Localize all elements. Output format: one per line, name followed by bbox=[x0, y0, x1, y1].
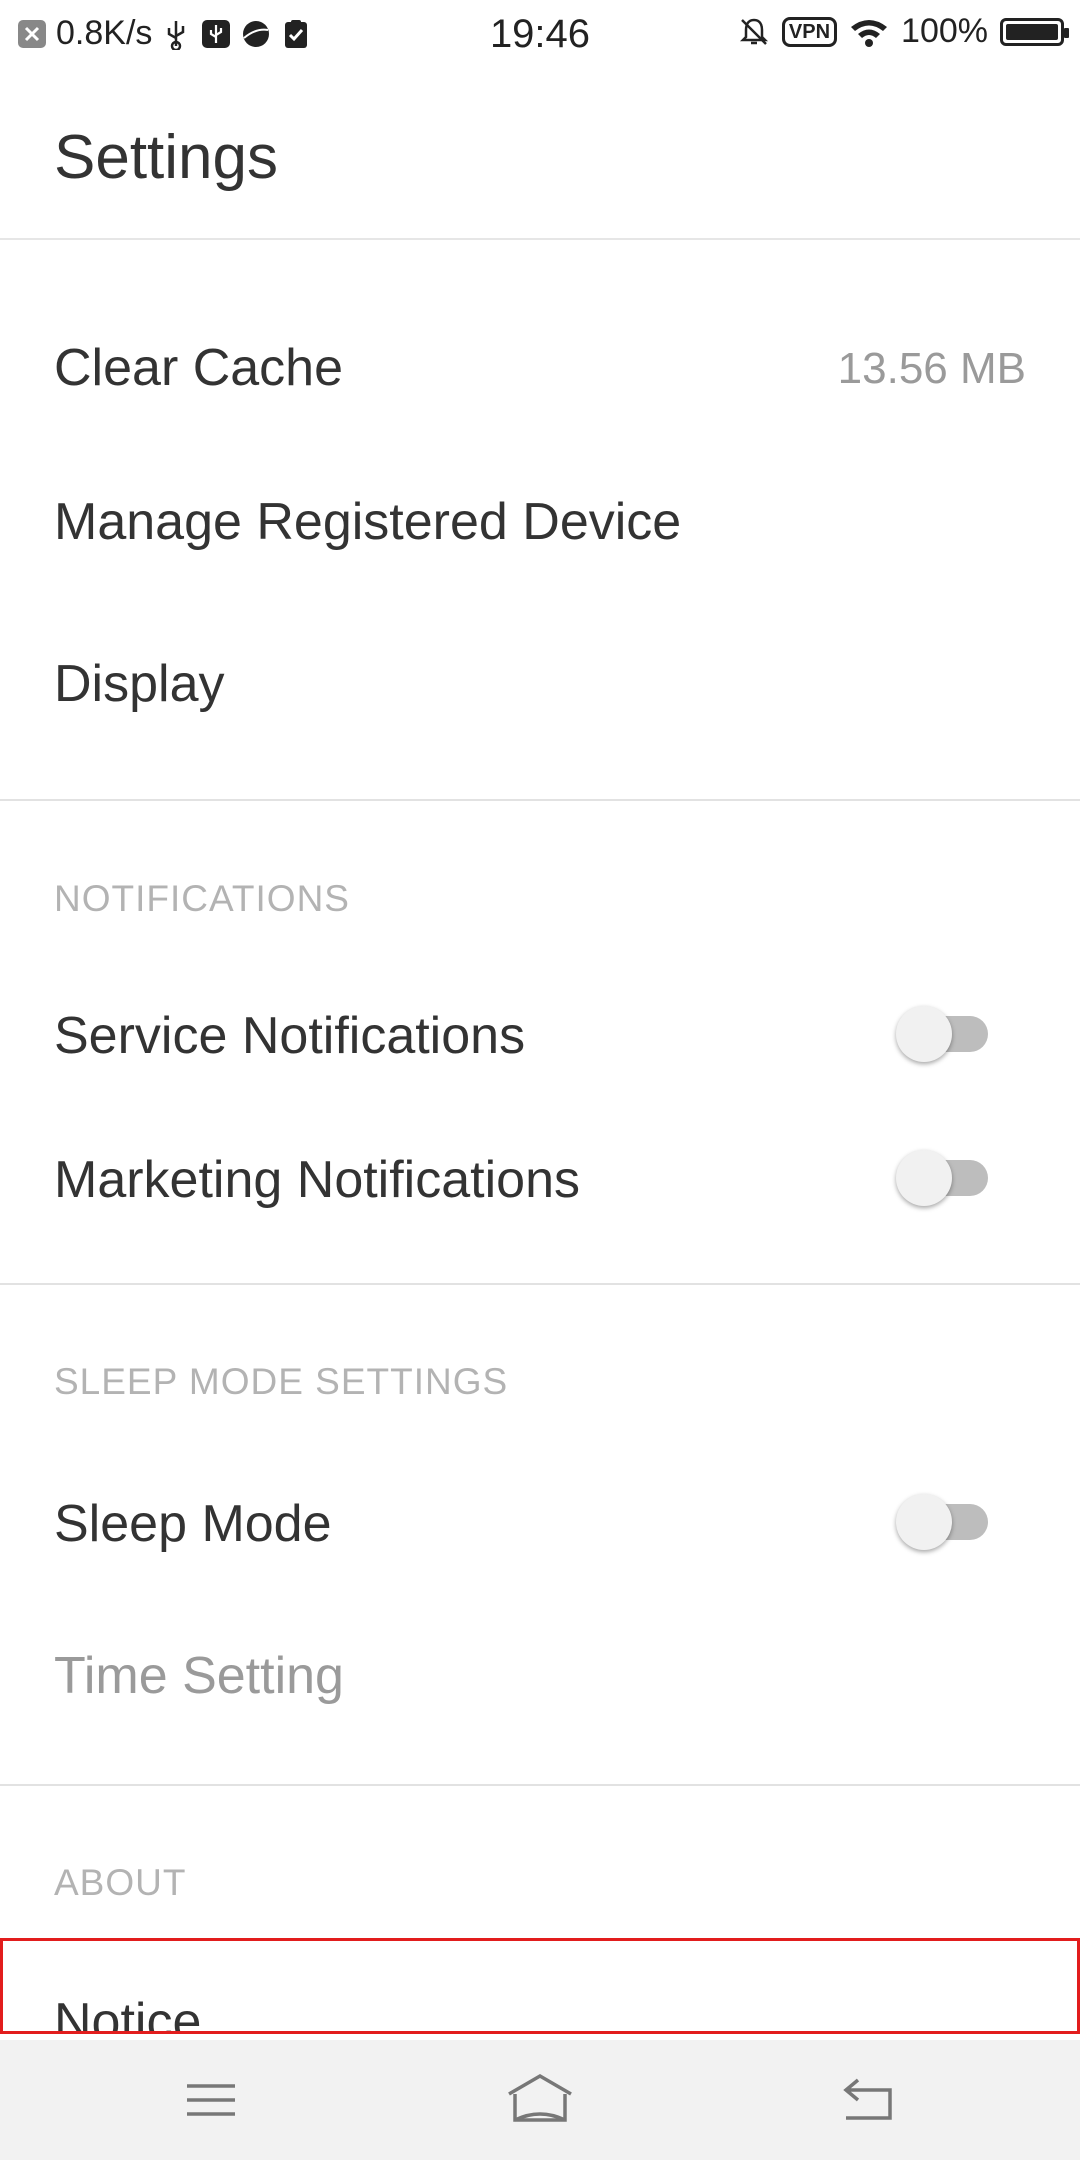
page-title: Settings bbox=[54, 123, 279, 192]
marketing-notifications-label: Marketing Notifications bbox=[54, 1151, 580, 1209]
service-notifications-toggle[interactable] bbox=[896, 1006, 992, 1062]
cache-size-value: 13.56 MB bbox=[837, 344, 1026, 393]
vpn-badge: VPN bbox=[781, 16, 838, 47]
clear-cache-row[interactable]: Clear Cache 13.56 MB bbox=[0, 318, 1080, 418]
clear-cache-label: Clear Cache bbox=[54, 339, 344, 397]
section-divider bbox=[0, 1283, 1080, 1285]
sleep-mode-row[interactable]: Sleep Mode bbox=[0, 1472, 1080, 1572]
battery-percent: 100% bbox=[901, 12, 988, 50]
bell-off-icon bbox=[739, 18, 768, 45]
service-notifications-label: Service Notifications bbox=[54, 1007, 526, 1065]
section-divider bbox=[0, 799, 1080, 801]
manage-device-label: Manage Registered Device bbox=[54, 493, 682, 551]
about-section-title: ABOUT bbox=[54, 1862, 187, 1903]
sleep-mode-label: Sleep Mode bbox=[54, 1495, 332, 1553]
system-nav-bar bbox=[0, 2040, 1080, 2160]
display-label: Display bbox=[54, 655, 225, 713]
time-setting-label: Time Setting bbox=[54, 1647, 344, 1705]
battery-level bbox=[1006, 23, 1058, 40]
back-icon[interactable] bbox=[838, 2070, 898, 2130]
section-divider bbox=[0, 1784, 1080, 1786]
marketing-notifications-toggle[interactable] bbox=[896, 1150, 992, 1206]
toggle-knob bbox=[896, 1150, 952, 1206]
battery-icon bbox=[1000, 17, 1069, 46]
time-setting-row: Time Setting bbox=[0, 1624, 1080, 1724]
sleep-section-title: SLEEP MODE SETTINGS bbox=[54, 1361, 509, 1402]
home-icon[interactable] bbox=[505, 2070, 575, 2130]
status-right: VPN 100% bbox=[738, 12, 1069, 51]
manage-device-row[interactable]: Manage Registered Device bbox=[0, 472, 1080, 572]
notice-highlight bbox=[0, 1938, 1080, 2034]
display-row[interactable]: Display bbox=[0, 634, 1080, 734]
marketing-notifications-row[interactable]: Marketing Notifications bbox=[0, 1128, 1080, 1228]
sleep-mode-toggle[interactable] bbox=[896, 1494, 992, 1550]
wifi-icon bbox=[851, 19, 888, 47]
toggle-knob bbox=[896, 1006, 952, 1062]
service-notifications-row[interactable]: Service Notifications bbox=[0, 984, 1080, 1084]
menu-icon[interactable] bbox=[181, 2070, 241, 2130]
notifications-section-title: NOTIFICATIONS bbox=[54, 878, 350, 919]
toggle-knob bbox=[896, 1494, 952, 1550]
app-header: Settings bbox=[0, 72, 1080, 240]
status-bar: 0.8K/s 19:46 VPN 100% bbox=[0, 0, 1080, 72]
